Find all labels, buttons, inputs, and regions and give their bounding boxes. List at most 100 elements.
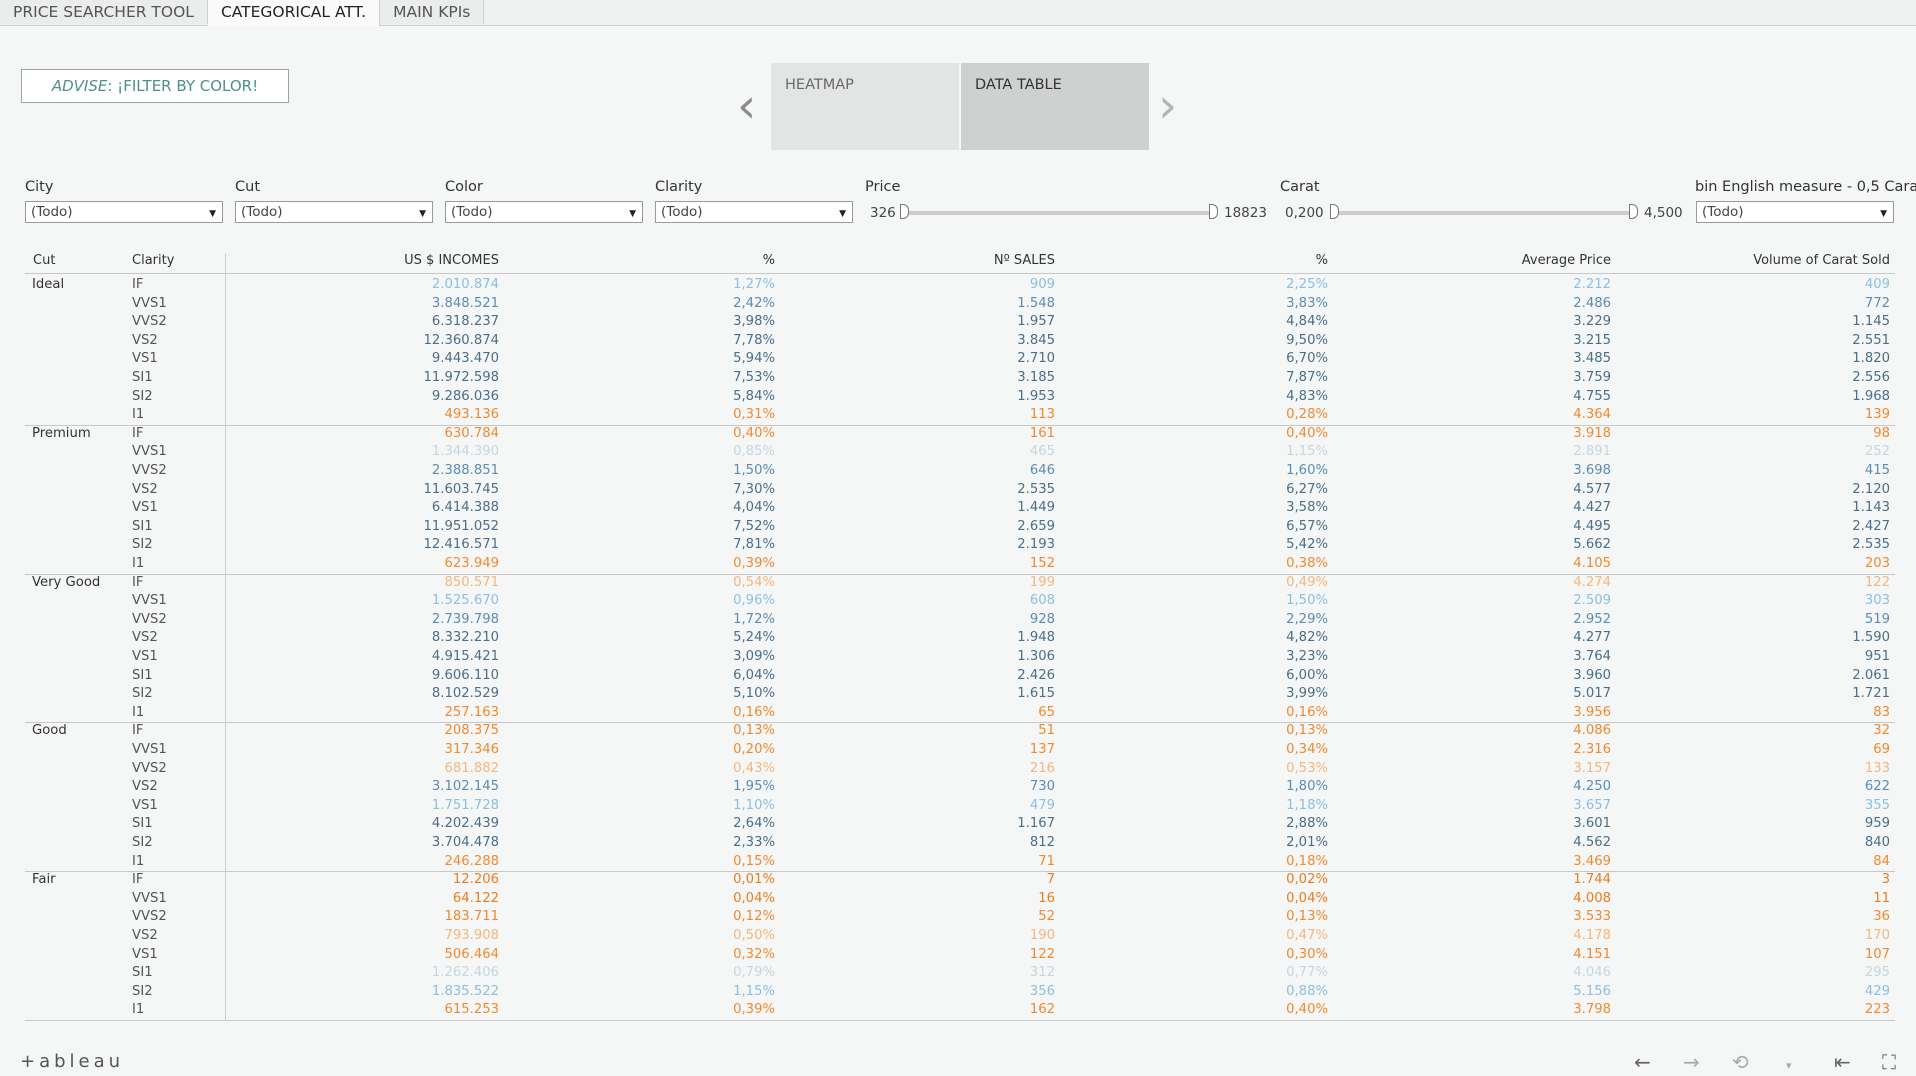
clarity-cell: SI1	[132, 667, 153, 683]
table-row: VS2 12.360.874 7,78% 3.845 9,50% 3.215 2.551	[25, 333, 1895, 352]
pct2-cell: 1,50%	[1286, 593, 1328, 609]
tab-price-searcher[interactable]: PRICE SEARCHER TOOL	[0, 0, 208, 24]
sales-cell: 2.193	[1017, 537, 1055, 553]
vol-cell: 2.061	[1852, 667, 1890, 683]
pct1-cell: 2,33%	[733, 835, 775, 850]
carat-slider-track[interactable]	[1334, 211, 1634, 215]
sales-cell: 730	[1029, 779, 1055, 795]
income-cell: 64.122	[452, 890, 499, 906]
city-filter-label: City	[25, 179, 54, 195]
sales-cell: 113	[1029, 407, 1055, 423]
vol-cell: 83	[1873, 704, 1890, 720]
sales-cell: 312	[1029, 965, 1055, 981]
pct1-cell: 0,40%	[733, 425, 775, 441]
sales-cell: 812	[1029, 835, 1055, 850]
table-row: VS2 3.102.145 1,95% 730 1,80% 4.250 622	[25, 779, 1895, 798]
header-separator	[25, 273, 1895, 274]
cut-dropdown[interactable]: (Todo) ▼	[235, 201, 433, 223]
vol-cell: 2.551	[1852, 332, 1890, 348]
pct1-cell: 3,98%	[733, 314, 775, 330]
col-header-clarity: Clarity	[132, 253, 175, 268]
table-row: VVS2 2.388.851 1,50% 646 1,60% 3.698 415	[25, 463, 1895, 482]
pct1-cell: 5,94%	[733, 351, 775, 367]
carat-min-handle[interactable]	[1330, 204, 1339, 219]
pct1-cell: 0,39%	[733, 1002, 775, 1018]
pct2-cell: 0,40%	[1286, 1002, 1328, 1018]
income-cell: 623.949	[444, 556, 499, 571]
avg-cell: 5.017	[1573, 686, 1611, 702]
avg-cell: 2.891	[1573, 444, 1611, 460]
avg-cell: 3.657	[1573, 797, 1611, 813]
income-cell: 8.102.529	[431, 686, 499, 702]
price-slider-track[interactable]	[904, 211, 1214, 215]
sales-cell: 52	[1038, 909, 1055, 925]
prev-arrow-icon[interactable]: ‹	[737, 82, 756, 130]
clarity-cell: I1	[132, 1002, 145, 1018]
cut-filter-label: Cut	[235, 179, 260, 195]
vol-cell: 203	[1864, 556, 1890, 571]
undo-icon[interactable]: ←	[1634, 1050, 1651, 1074]
income-cell: 8.332.210	[431, 630, 499, 646]
pause-icon[interactable]: ▾	[1786, 1059, 1792, 1072]
pct1-cell: 1,72%	[733, 611, 775, 627]
pct1-cell: 0,04%	[733, 890, 775, 906]
revert-icon[interactable]: ⟲	[1732, 1050, 1749, 1074]
income-cell: 1.525.670	[431, 593, 499, 609]
pct2-cell: 1,80%	[1286, 779, 1328, 795]
pct1-cell: 1,10%	[733, 797, 775, 813]
data-table-button[interactable]: DATA TABLE	[961, 63, 1149, 150]
income-cell: 681.882	[444, 760, 499, 776]
clarity-cell: I1	[132, 556, 145, 571]
clarity-cell: SI1	[132, 816, 153, 832]
heatmap-button[interactable]: HEATMAP	[771, 63, 959, 150]
chevron-down-icon: ▼	[419, 209, 426, 219]
pct2-cell: 0,18%	[1286, 853, 1328, 869]
pct1-cell: 0,20%	[733, 742, 775, 757]
color-dropdown[interactable]: (Todo) ▼	[445, 201, 643, 223]
table-row: I1 493.136 0,31% 113 0,28% 4.364 139	[25, 407, 1895, 426]
income-cell: 630.784	[444, 425, 499, 441]
price-max-handle[interactable]	[1209, 204, 1218, 219]
tab-categorical[interactable]: CATEGORICAL ATT.	[207, 0, 381, 26]
table-row: VVS1 1.344.390 0,85% 465 1,15% 2.891 252	[25, 444, 1895, 463]
city-dropdown[interactable]: (Todo) ▼	[25, 201, 223, 223]
pct1-cell: 7,30%	[733, 481, 775, 497]
pct1-cell: 0,32%	[733, 946, 775, 962]
reset-icon[interactable]: ⇤	[1834, 1050, 1851, 1074]
carat-max-handle[interactable]	[1629, 204, 1638, 219]
income-cell: 4.915.421	[431, 649, 499, 664]
fullscreen-icon[interactable]: ⛶	[1882, 1050, 1896, 1074]
table-row: VS1 6.414.388 4,04% 1.449 3,58% 4.427 1.143	[25, 500, 1895, 519]
avg-cell: 3.698	[1573, 463, 1611, 478]
pct2-cell: 4,83%	[1286, 388, 1328, 404]
table-row: IF 2.010.874 1,27% 909 2,25% 2.212 409	[25, 277, 1895, 296]
pct2-cell: 3,99%	[1286, 686, 1328, 702]
sales-cell: 2.659	[1017, 518, 1055, 534]
sales-cell: 16	[1038, 890, 1055, 906]
avg-cell: 4.277	[1573, 630, 1611, 646]
bin-dropdown[interactable]: (Todo) ▼	[1696, 201, 1894, 223]
clarity-dropdown[interactable]: (Todo) ▼	[655, 201, 853, 223]
income-cell: 12.206	[452, 872, 499, 888]
avg-cell: 5.662	[1573, 537, 1611, 553]
income-cell: 850.571	[444, 574, 499, 590]
table-row: IF 630.784 0,40% 161 0,40% 3.918 98	[25, 426, 1895, 445]
price-filter-label: Price	[865, 179, 901, 195]
next-arrow-icon[interactable]: ›	[1158, 82, 1177, 130]
vol-cell: 32	[1873, 723, 1890, 739]
table-row: SI1 1.262.406 0,79% 312 0,77% 4.046 295	[25, 965, 1895, 984]
tab-main-kpis[interactable]: MAIN KPIs	[380, 0, 485, 24]
price-min-handle[interactable]	[900, 204, 909, 219]
clarity-cell: VS2	[132, 630, 158, 646]
clarity-cell: VS2	[132, 481, 158, 497]
redo-icon[interactable]: →	[1683, 1050, 1700, 1074]
table-row: VVS1 1.525.670 0,96% 608 1,50% 2.509 303	[25, 593, 1895, 612]
avg-cell: 4.427	[1573, 500, 1611, 516]
bin-filter-label: bin English measure - 0,5 Carat	[1695, 179, 1916, 195]
avg-cell: 4.151	[1573, 946, 1611, 962]
clarity-cell: IF	[132, 574, 144, 590]
income-cell: 12.360.874	[423, 332, 499, 348]
income-cell: 11.972.598	[423, 370, 499, 385]
sales-cell: 216	[1029, 760, 1055, 776]
avg-cell: 2.316	[1573, 742, 1611, 757]
